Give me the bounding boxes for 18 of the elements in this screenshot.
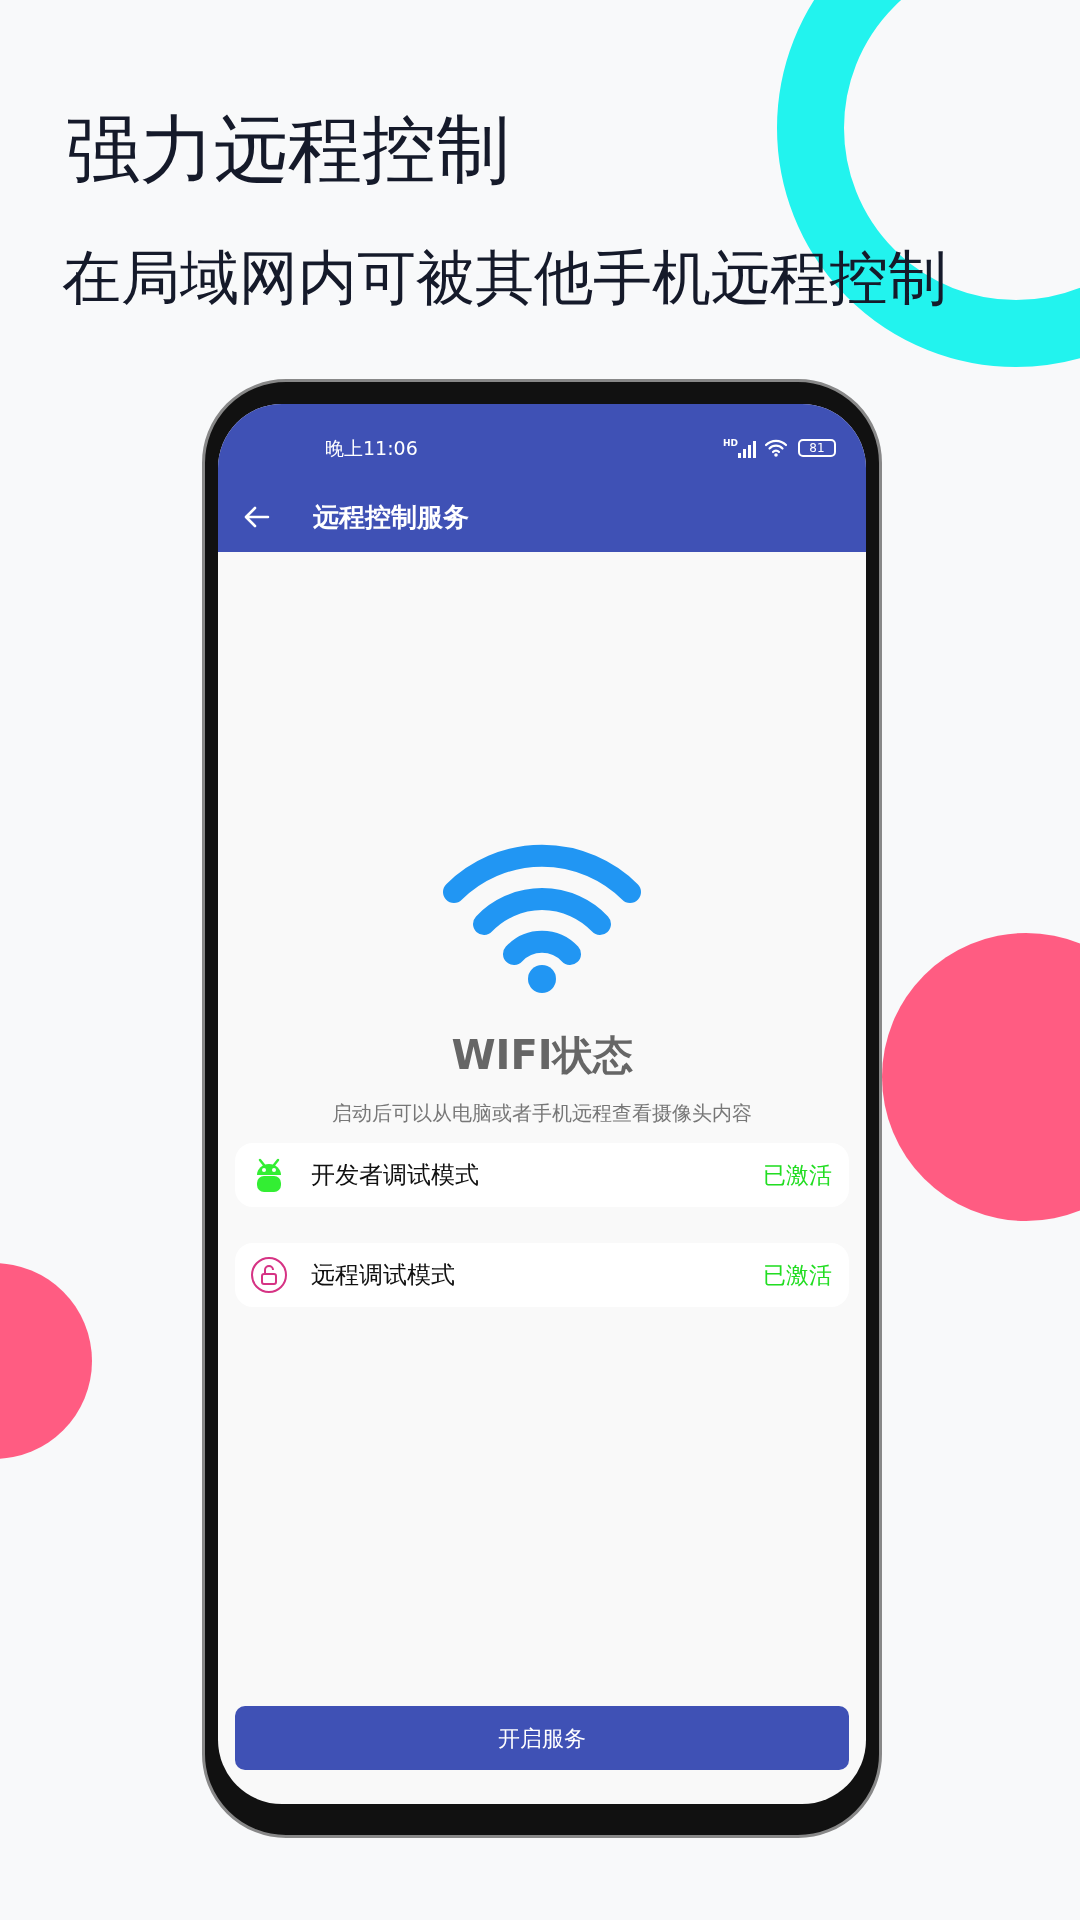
back-arrow-icon[interactable] <box>244 506 270 528</box>
mode-label: 开发者调试模式 <box>311 1160 479 1191</box>
start-service-button[interactable]: 开启服务 <box>235 1706 849 1770</box>
mode-label: 远程调试模式 <box>311 1260 455 1291</box>
description: 启动后可以从电脑或者手机远程查看摄像头内容 <box>332 1103 752 1123</box>
wifi-icon <box>764 439 788 457</box>
status-heading: WIFI状态 <box>451 1035 633 1075</box>
page-title: 远程控制服务 <box>313 500 469 534</box>
android-icon <box>255 1156 283 1194</box>
mode-status: 已激活 <box>763 1160 832 1190</box>
signal-label: HD <box>723 438 738 448</box>
signal-icon <box>738 439 756 458</box>
mode-status: 已激活 <box>763 1260 832 1290</box>
status-time: 晚上11:06 <box>325 435 418 461</box>
battery-indicator: 81 <box>798 439 836 457</box>
headline: 强力远程控制 <box>66 112 510 186</box>
lock-icon <box>250 1256 288 1294</box>
subheadline: 在局域网内可被其他手机远程控制 <box>62 248 947 307</box>
